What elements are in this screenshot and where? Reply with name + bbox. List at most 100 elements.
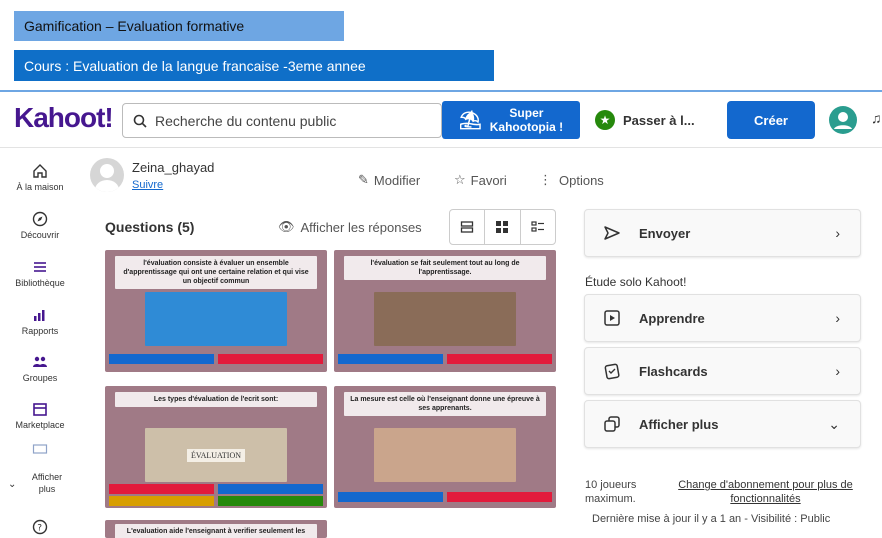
creator-name: Zeina_ghayad [132, 159, 215, 175]
question-card-1[interactable]: l'évaluation consiste à évaluer un ensem… [105, 250, 327, 372]
compass-icon [32, 211, 48, 227]
sidebar-label: Bibliothèque [15, 278, 65, 288]
sidebar-item-extra[interactable] [0, 441, 80, 460]
search-placeholder: Recherche du contenu public [155, 112, 337, 129]
answer-green [218, 496, 323, 506]
show-answers-toggle[interactable]: 👁 Afficher les réponses [278, 219, 422, 235]
upgrade-link[interactable]: ★ Passer à l... [595, 110, 695, 130]
question-card-5[interactable]: L'evaluation aide l'enseignant à verifie… [105, 520, 327, 538]
create-button[interactable]: Créer [727, 101, 815, 139]
questions-heading: Questions (5) [105, 219, 195, 235]
kahoot-logo[interactable]: Kahoot! [14, 102, 114, 134]
question-image: ÉVALUATION [145, 428, 287, 482]
send-icon [601, 224, 623, 242]
show-more-label: Afficher plus [639, 416, 719, 432]
view-toggle [449, 209, 556, 245]
last-updated: Dernière mise à jour il y a 1 an - Visib… [592, 513, 831, 525]
question-text: l'évaluation consiste à évaluer un ensem… [115, 256, 317, 289]
sidebar-item-library[interactable]: Bibliothèque [0, 259, 80, 288]
creator-profile: Zeina_ghayad Suivre [90, 158, 214, 192]
grid-view-button[interactable] [485, 210, 521, 244]
details-icon [531, 221, 544, 232]
kahoot-app: Kahoot! Recherche du contenu public ⛱ Su… [0, 90, 882, 538]
sidebar: À la maison Découvrir Bibliothèque Rappo… [0, 149, 80, 538]
sidebar-item-discover[interactable]: Découvrir [0, 211, 80, 240]
answer-blue [338, 354, 443, 364]
people-icon [33, 356, 47, 367]
follow-link[interactable]: Suivre [132, 179, 214, 191]
person-icon [834, 112, 852, 129]
super-label: Super Kahootopia ! [490, 106, 563, 134]
chevron-down-icon: ⌄ [828, 415, 840, 432]
help-icon: ? [32, 519, 48, 535]
question-text: Les types d'évaluation de l'ecrit sont: [115, 392, 317, 407]
upgrade-label: Passer à l... [623, 112, 695, 128]
question-card-3[interactable]: Les types d'évaluation de l'ecrit sont: … [105, 386, 327, 508]
answer-red [218, 354, 323, 364]
sidebar-item-help[interactable]: ? [0, 519, 80, 538]
rows-icon [461, 221, 474, 233]
search-input[interactable]: Recherche du contenu public [122, 103, 442, 138]
chevron-down-icon: ⌄ [8, 479, 17, 490]
super-line2: Kahootopia ! [489, 120, 564, 134]
question-card-2[interactable]: l'évaluation se fait seulement tout au l… [334, 250, 556, 372]
pencil-icon: ✎ [358, 172, 369, 187]
options-button[interactable]: ⋮ Options [539, 172, 604, 188]
sidebar-item-marketplace[interactable]: Marketplace [0, 401, 80, 430]
star-icon: ★ [595, 110, 615, 130]
learn-button[interactable]: Apprendre › [584, 294, 861, 342]
top-bar: Kahoot! Recherche du contenu public ⛱ Su… [0, 92, 882, 148]
avatar[interactable] [90, 158, 124, 192]
chevron-right-icon: › [835, 363, 840, 379]
answer-bar [334, 350, 556, 372]
sidebar-item-home[interactable]: À la maison [0, 163, 80, 192]
flashcards-button[interactable]: Flashcards › [584, 347, 861, 395]
list-view-button[interactable] [450, 210, 486, 244]
sidebar-item-groups[interactable]: Groupes [0, 354, 80, 383]
sidebar-item-more[interactable]: ⌄ Afficher plus [0, 471, 80, 495]
answer-bar [105, 350, 327, 372]
sidebar-label: Rapports [21, 326, 59, 336]
show-answers-label: Afficher les réponses [300, 219, 422, 235]
player-limit: 10 joueurs maximum. [585, 479, 637, 505]
solo-study-heading: Étude solo Kahoot! [585, 275, 687, 289]
bell-icon[interactable]: ♫ [871, 110, 882, 126]
kebab-icon: ⋮ [539, 172, 552, 187]
sidebar-label: Découvrir [20, 230, 60, 240]
copy-icon [601, 415, 623, 433]
sidebar-label: Afficher plus [31, 472, 63, 494]
answer-bar [334, 486, 556, 508]
image-caption: ÉVALUATION [186, 448, 246, 462]
grid-icon [496, 221, 509, 233]
flashcards-icon [601, 362, 623, 380]
favorite-button[interactable]: ☆ Favori [454, 172, 507, 188]
creator-info: Zeina_ghayad Suivre [132, 160, 214, 191]
answer-red [447, 354, 552, 364]
course-banner: Cours : Evaluation de la langue francais… [14, 50, 494, 81]
sidebar-item-reports[interactable]: Rapports [0, 307, 80, 336]
question-card-4[interactable]: La mesure est celle où l'enseignant donn… [334, 386, 556, 508]
answer-blue [218, 484, 323, 494]
detail-view-button[interactable] [521, 210, 555, 244]
play-icon [601, 309, 623, 327]
send-button[interactable]: Envoyer › [584, 209, 861, 257]
send-label: Envoyer [639, 225, 691, 241]
upgrade-plan-link[interactable]: Change d'abonnement pour plus de fonctio… [668, 478, 863, 506]
favorite-label: Favori [470, 172, 507, 188]
show-more-button[interactable]: Afficher plus ⌄ [584, 400, 861, 448]
sidebar-label: Marketplace [15, 420, 65, 430]
flashcards-label: Flashcards [639, 363, 708, 379]
answer-yellow [109, 496, 214, 506]
super-kahootopia-button[interactable]: ⛱ Super Kahootopia ! [442, 101, 580, 139]
user-avatar-icon[interactable] [829, 106, 857, 134]
title-banner: Gamification – Evaluation formative [14, 11, 344, 41]
answer-blue [338, 492, 443, 502]
question-image [374, 428, 516, 482]
search-icon [133, 114, 147, 128]
learn-label: Apprendre [639, 310, 705, 326]
answer-bar [105, 482, 327, 508]
answer-red [447, 492, 552, 502]
edit-button[interactable]: ✎ Modifier [358, 172, 420, 188]
beach-icon: ⛱ [458, 110, 482, 130]
chart-icon [34, 310, 45, 321]
